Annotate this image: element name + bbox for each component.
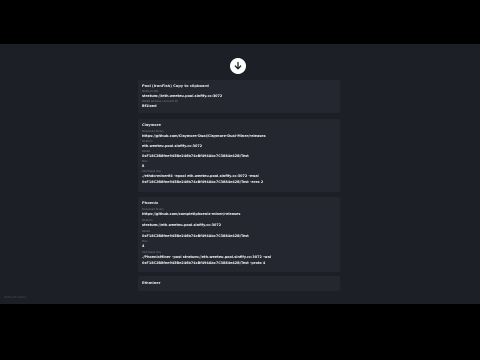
pool-card-title: Pool (IronFish) Copy to clipboard (142, 84, 209, 88)
download-arrow-icon (234, 61, 242, 70)
field-value[interactable]: 0xF18C2B8fee945Be246b74cBf494Abc7C3884e4… (142, 234, 249, 238)
claymore-card: Claymore Download binary https://github.… (138, 119, 340, 192)
ethminer-card[interactable]: Ethminer (138, 276, 340, 291)
field-value[interactable]: Bf1ixed (142, 104, 157, 108)
claymore-card-title: Claymore (142, 123, 161, 127)
field-value[interactable]: stratum://eth.weeteu.pool.sinfify.cc:307… (142, 223, 221, 227)
field-label: Stratum (142, 219, 153, 222)
field-value[interactable]: 4 (142, 244, 144, 248)
phoenix-card: Phoenix Download binary https://github.c… (138, 197, 340, 272)
field-label: Command line (142, 170, 161, 173)
field-label: Command line (142, 251, 161, 254)
field-label: Wallet address / Account ID (142, 100, 178, 103)
field-value[interactable]: 0xF18C2B8fee945Be246b74cBf494Abc7C3884e4… (142, 261, 265, 265)
field-value[interactable]: https://github.com/completiphoenix-miner… (142, 212, 240, 216)
phoenix-card-title: Phoenix (142, 201, 159, 205)
field-value[interactable]: 8 (142, 164, 144, 168)
field-label: Pool (142, 160, 148, 163)
field-value[interactable]: eth.weeteu.pool.sinfify.cc:3072 (142, 144, 202, 148)
watermark: Made with InVideo (4, 296, 27, 299)
field-value[interactable]: 0xF18C2B8fee945Be246b74cBf494Abc7C3884e4… (142, 154, 249, 158)
field-label: Download binary (142, 130, 164, 133)
field-label: Wallet (142, 230, 151, 233)
pool-card: Pool (IronFish) Copy to clipboard Stratu… (138, 80, 340, 113)
field-label: Download binary (142, 208, 164, 211)
field-label: Stratum URL (142, 90, 159, 93)
field-value[interactable]: 0xF18C2B8fee945Be246b74cBf494Abc7C3884e4… (142, 180, 263, 184)
field-label: Wallet (142, 150, 151, 153)
field-value[interactable]: ./PhoenixMiner -pool stratum://eth.weete… (142, 255, 271, 259)
field-value[interactable]: ./ethdcrminer64 -epool eth.weeteu.pool.s… (142, 174, 259, 178)
download-button[interactable] (230, 58, 246, 74)
field-value[interactable]: stratum://ieth.weeteu.pool.sinfify.cc:30… (142, 94, 222, 98)
field-value[interactable]: https://github.com/Claymore-Dual/Claymor… (142, 134, 266, 138)
field-label: Stratum (142, 140, 153, 143)
field-label: Pool (142, 240, 148, 243)
ethminer-card-title: Ethminer (142, 281, 161, 285)
